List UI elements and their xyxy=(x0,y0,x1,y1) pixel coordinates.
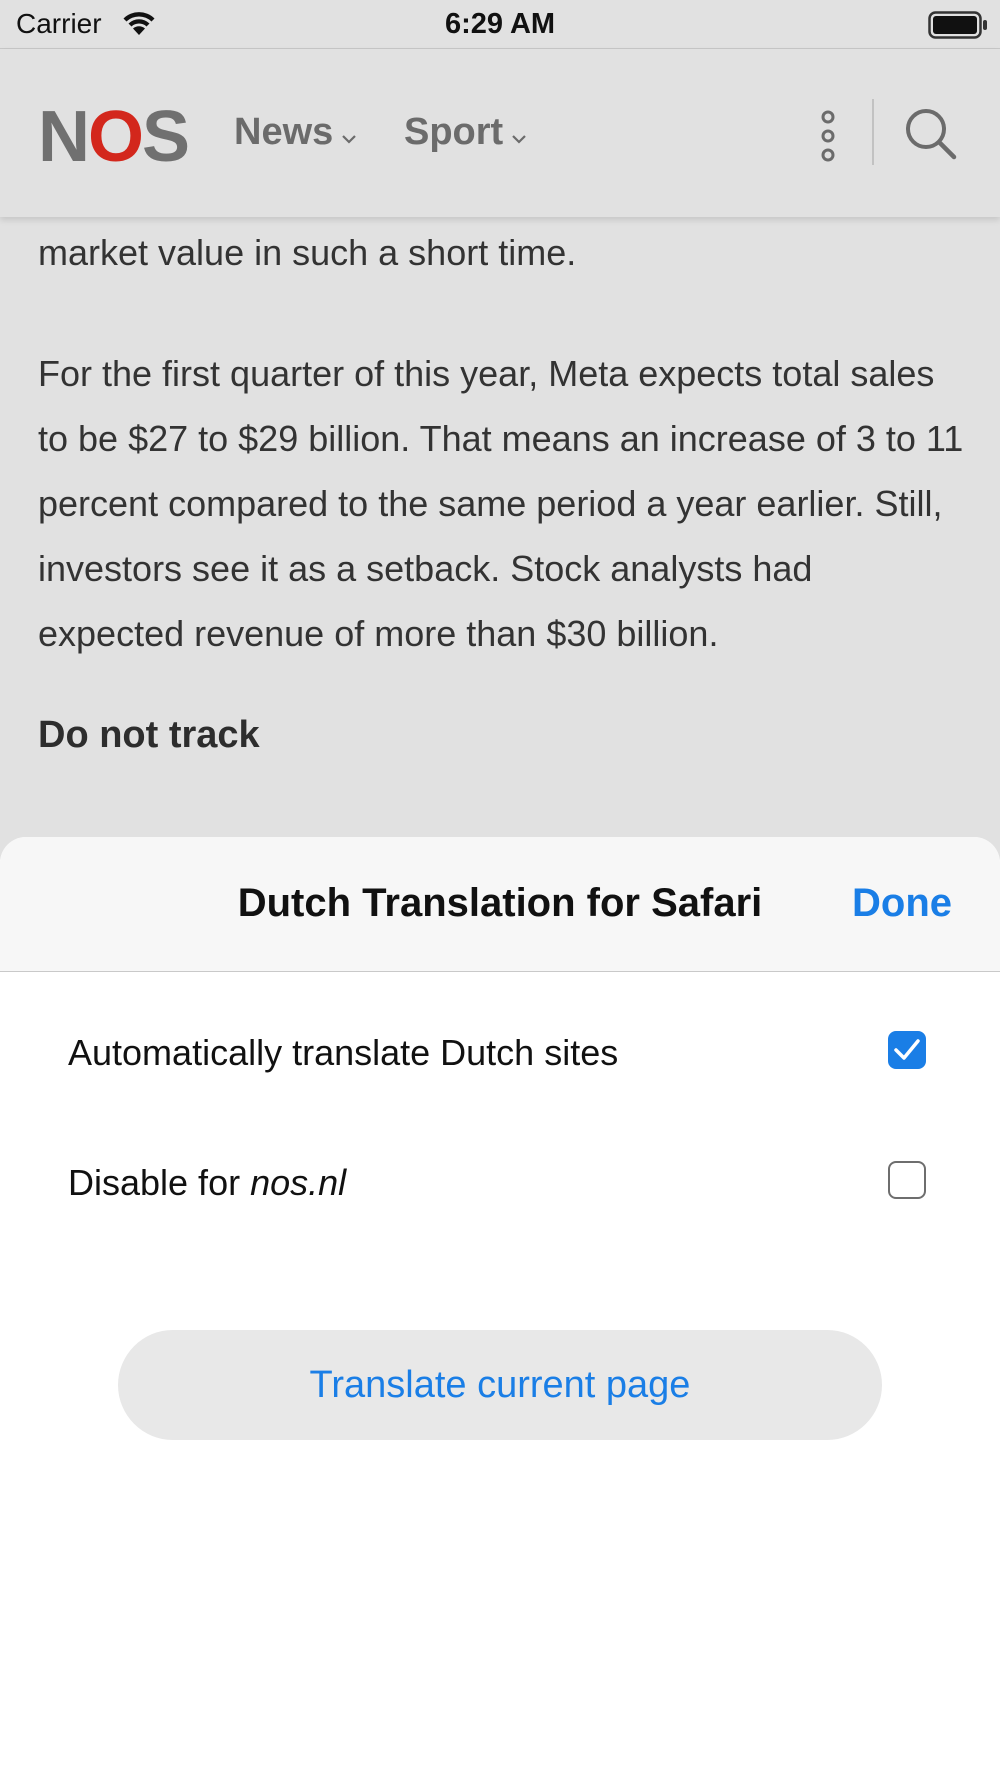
article-body: market value in such a short time. For t… xyxy=(38,220,968,757)
nos-logo[interactable]: NOS xyxy=(38,101,190,173)
article-paragraph: market value in such a short time. xyxy=(38,232,577,273)
background-webpage: Carrier 6:29 AM NOS News Sport market va… xyxy=(0,0,1000,860)
auto-translate-checkbox[interactable] xyxy=(888,1031,926,1069)
nav-sport-menu[interactable]: Sport xyxy=(404,111,527,155)
status-bar: Carrier 6:29 AM xyxy=(0,0,1000,49)
disable-label-prefix: Disable for xyxy=(68,1162,251,1203)
search-icon[interactable] xyxy=(904,107,958,166)
site-navbar: NOS News Sport xyxy=(0,49,1000,217)
nav-sport-label: Sport xyxy=(404,111,504,153)
article-subheading: Do not track xyxy=(38,714,260,756)
logo-letter-o: O xyxy=(88,97,144,177)
translate-current-page-button[interactable]: Translate current page xyxy=(118,1330,882,1440)
auto-translate-label: Automatically translate Dutch sites xyxy=(68,1032,619,1073)
logo-letter-n: N xyxy=(38,97,90,177)
disable-site-label: Disable for nos.nl xyxy=(68,1162,346,1204)
auto-translate-option[interactable]: Automatically translate Dutch sites xyxy=(0,1002,1000,1102)
more-options-icon[interactable] xyxy=(818,109,838,168)
battery-icon xyxy=(928,11,988,44)
disable-site-option[interactable]: Disable for nos.nl xyxy=(0,1132,1000,1232)
nav-divider xyxy=(872,99,874,165)
nav-news-menu[interactable]: News xyxy=(234,111,357,155)
chevron-down-icon xyxy=(511,112,527,155)
disable-site-checkbox[interactable] xyxy=(888,1161,926,1199)
site-domain: nos.nl xyxy=(250,1162,347,1203)
sheet-header: Dutch Translation for Safari Done xyxy=(0,837,1000,972)
logo-letter-s: S xyxy=(142,97,190,177)
checkmark-icon xyxy=(894,1039,920,1060)
translation-sheet: Dutch Translation for Safari Done Automa… xyxy=(0,837,1000,1778)
done-button[interactable]: Done xyxy=(852,881,952,926)
nav-news-label: News xyxy=(234,111,334,153)
article-paragraph: For the first quarter of this year, Meta… xyxy=(38,353,964,654)
clock: 6:29 AM xyxy=(444,8,556,40)
sheet-title: Dutch Translation for Safari xyxy=(237,881,763,925)
chevron-down-icon xyxy=(341,112,357,155)
